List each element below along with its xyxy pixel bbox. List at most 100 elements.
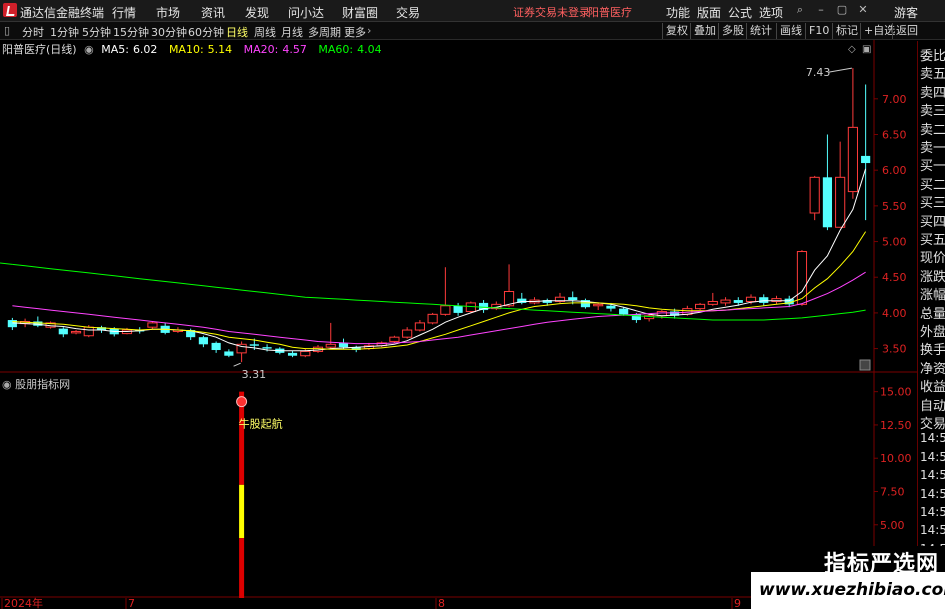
search-icon[interactable]: ⌕ [793, 3, 807, 17]
period-tab-60min[interactable]: 60分钟 [188, 24, 224, 40]
side-panel-item: 涨跌 [920, 269, 945, 285]
y-tick-label: 7.50 [880, 486, 905, 499]
menu-formula[interactable]: 公式 [728, 4, 752, 21]
period-tab-15min[interactable]: 15分钟 [113, 24, 149, 40]
lock-icon: ▣ [862, 44, 871, 55]
date-label: 7 [128, 597, 135, 609]
y-tick-label: 4.50 [882, 271, 907, 284]
candle [224, 349, 234, 358]
period-tab-more[interactable]: 更多 [344, 24, 366, 40]
btn-adjust[interactable]: 复权 [662, 23, 691, 39]
y-tick-label: 4.00 [882, 307, 907, 320]
candle-body [593, 303, 604, 307]
candle [389, 335, 400, 343]
low-label-arrow [233, 362, 241, 367]
candle-body [147, 322, 158, 328]
candle [593, 302, 604, 311]
period-tab-monthly[interactable]: 月线 [281, 24, 303, 40]
period-tab-weekly[interactable]: 周线 [254, 24, 276, 40]
btn-f10[interactable]: F10 [805, 23, 832, 39]
period-tab-intraday[interactable]: 分时 [22, 24, 44, 40]
candle [147, 321, 158, 329]
side-panel-item: 14:56 [920, 449, 945, 464]
candle-body [427, 313, 438, 324]
side-panel-item: 涨幅 [920, 288, 945, 304]
date-axis: 2024年 7 8 9 [1, 596, 741, 609]
candle-body [402, 329, 413, 338]
close-icon[interactable]: ✕ [856, 3, 870, 17]
menu-layout[interactable]: 版面 [697, 4, 721, 21]
watermark-title: 指标严选网 [823, 552, 939, 577]
candle [236, 341, 247, 363]
candle [414, 320, 425, 332]
candle [771, 295, 782, 305]
btn-back[interactable]: 返回 [892, 23, 921, 39]
corner-badge-icon [859, 359, 871, 371]
candle [835, 141, 846, 228]
candle-body [198, 337, 208, 345]
chevron-right-icon[interactable]: › [367, 24, 371, 37]
btn-overlay[interactable]: 叠加 [690, 23, 719, 39]
menu-discover[interactable]: 发现 [245, 4, 269, 21]
btn-stats[interactable]: 统计 [746, 23, 775, 39]
stock-chart[interactable]: 3.50 4.00 4.50 5.00 5.50 6.00 6.50 7.00 7.43 3.31… [0, 40, 917, 609]
candle [453, 302, 463, 316]
user-guest[interactable]: 游客 [894, 4, 918, 21]
menu-functions[interactable]: 功能 [666, 4, 690, 21]
candle [796, 250, 808, 306]
menu-news[interactable]: 资讯 [201, 4, 225, 21]
side-panel-item: 换手 [920, 343, 945, 359]
side-panel-item: 14:56 [920, 431, 945, 446]
ma60-lead [0, 262, 13, 265]
side-panel-item: 买二 [920, 177, 945, 193]
ma-line-ma60 [12, 263, 866, 321]
candle-body [389, 336, 400, 342]
btn-mark[interactable]: 标记 [832, 23, 861, 39]
period-tab-30min[interactable]: 30分钟 [151, 24, 187, 40]
side-panel-item: 14:56 [920, 486, 945, 501]
candle-body [809, 176, 820, 214]
app-logo-icon [3, 3, 17, 17]
date-label: 2024年 [4, 596, 43, 609]
period-tab-1min[interactable]: 1分钟 [50, 24, 79, 40]
side-panel-item: 14:56 [920, 468, 945, 483]
candle-body [300, 350, 311, 357]
menu-wealth-circle[interactable]: 财富圈 [342, 4, 378, 21]
y-tick-label: 10.00 [880, 452, 912, 465]
y-tick-label: 7.00 [882, 93, 907, 106]
period-tab-5min[interactable]: 5分钟 [82, 24, 111, 40]
signal-bar-bottom [239, 538, 245, 598]
candle-body [414, 322, 425, 331]
high-label-arrow [828, 67, 852, 73]
low-price-label: 3.31 [242, 368, 267, 381]
period-toolbar: ▯ 分时 1分钟 5分钟 15分钟 30分钟 60分钟 日线 周线 月线 多周期… [0, 22, 945, 40]
signal-label: 牛股起航 [239, 417, 283, 431]
side-panel-item: 委比 [920, 49, 945, 64]
maximize-icon[interactable]: ▢ [835, 3, 849, 17]
menu-trade[interactable]: 交易 [396, 4, 420, 21]
candle-body [745, 296, 757, 302]
y-tick-label: 5.50 [882, 200, 907, 213]
chart-menu-icon[interactable]: ▯ [4, 24, 10, 37]
side-panel-item: 卖三 [920, 104, 945, 120]
candle-body [606, 305, 616, 309]
candle [580, 298, 591, 309]
menu-options[interactable]: 选项 [759, 4, 783, 21]
minimize-icon[interactable]: – [814, 3, 828, 17]
diamond-icon: ◇ [848, 44, 856, 55]
btn-draw[interactable]: 画线 [776, 23, 805, 39]
login-status[interactable]: 证券交易未登录 [513, 4, 590, 20]
candle-body [325, 343, 336, 348]
btn-multi-stock[interactable]: 多股 [718, 23, 747, 39]
menu-market[interactable]: 市场 [156, 4, 180, 21]
period-tab-daily[interactable]: 日线 [226, 24, 248, 40]
indicator-name: 股朋指标网 [15, 378, 71, 391]
menu-quotes[interactable]: 行情 [112, 4, 136, 21]
candle-body [733, 300, 743, 303]
period-tab-multi[interactable]: 多周期 [308, 24, 341, 40]
menu-ask[interactable]: 问小达 [288, 4, 324, 21]
candle [427, 312, 438, 325]
indicator-toggle-icon[interactable]: ◉ [2, 378, 15, 391]
current-stock-name: 阳普医疗 [588, 6, 632, 19]
candle [809, 175, 820, 221]
